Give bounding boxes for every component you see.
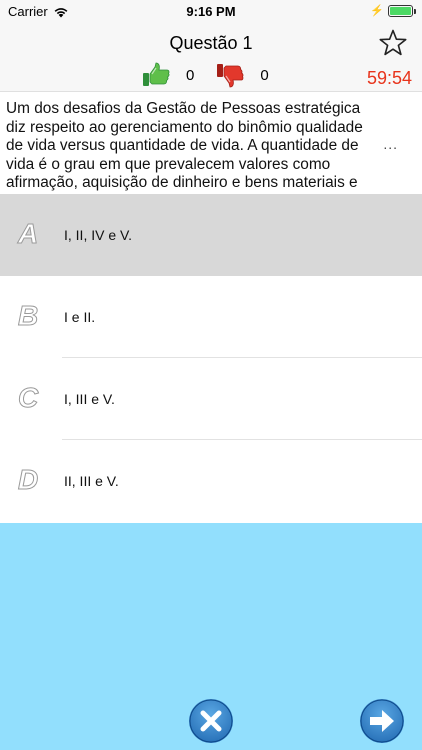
header: Questão 1 0 0 59:54 (0, 22, 422, 92)
answer-text: I e II. (64, 309, 96, 325)
answer-letter: D (17, 464, 39, 495)
answer-letter: C (17, 382, 39, 413)
answer-list: A I, II, IV e V. B I e II. C I, III e V.… (0, 194, 422, 522)
next-button[interactable] (360, 699, 404, 743)
star-icon[interactable] (378, 28, 408, 58)
answer-text: I, II, IV e V. (64, 227, 132, 243)
answer-option-a[interactable]: A I, II, IV e V. (0, 194, 422, 276)
status-time: 9:16 PM (186, 4, 236, 19)
status-bar: Carrier 9:16 PM ⚡ (0, 0, 422, 22)
charging-icon: ⚡ (370, 5, 384, 17)
answer-text: I, III e V. (64, 391, 115, 407)
answer-letter: A (17, 218, 39, 249)
timer: 59:54 (366, 68, 412, 88)
answer-option-b[interactable]: B I e II. (0, 276, 422, 358)
thumbs-up-icon[interactable] (142, 62, 170, 88)
answer-letter: B (17, 300, 39, 331)
question-text: Um dos desafios da Gestão de Pessoas est… (6, 100, 363, 191)
answer-text: II, III e V. (64, 473, 119, 489)
arrow-right-icon (360, 699, 404, 743)
cancel-button[interactable] (189, 699, 233, 743)
page-title: Questão 1 (169, 33, 253, 53)
likes-count: 0 (186, 66, 195, 84)
bottom-panel (0, 523, 422, 750)
close-icon (189, 699, 233, 743)
vote-bar: 0 0 (142, 62, 269, 88)
answer-option-c[interactable]: C I, III e V. (0, 358, 422, 440)
battery-icon (388, 5, 416, 17)
thumbs-down-icon[interactable] (216, 62, 244, 88)
answer-option-d[interactable]: D II, III e V. (0, 440, 422, 522)
more-button[interactable]: ... (383, 136, 398, 152)
dislikes-count: 0 (260, 66, 269, 84)
